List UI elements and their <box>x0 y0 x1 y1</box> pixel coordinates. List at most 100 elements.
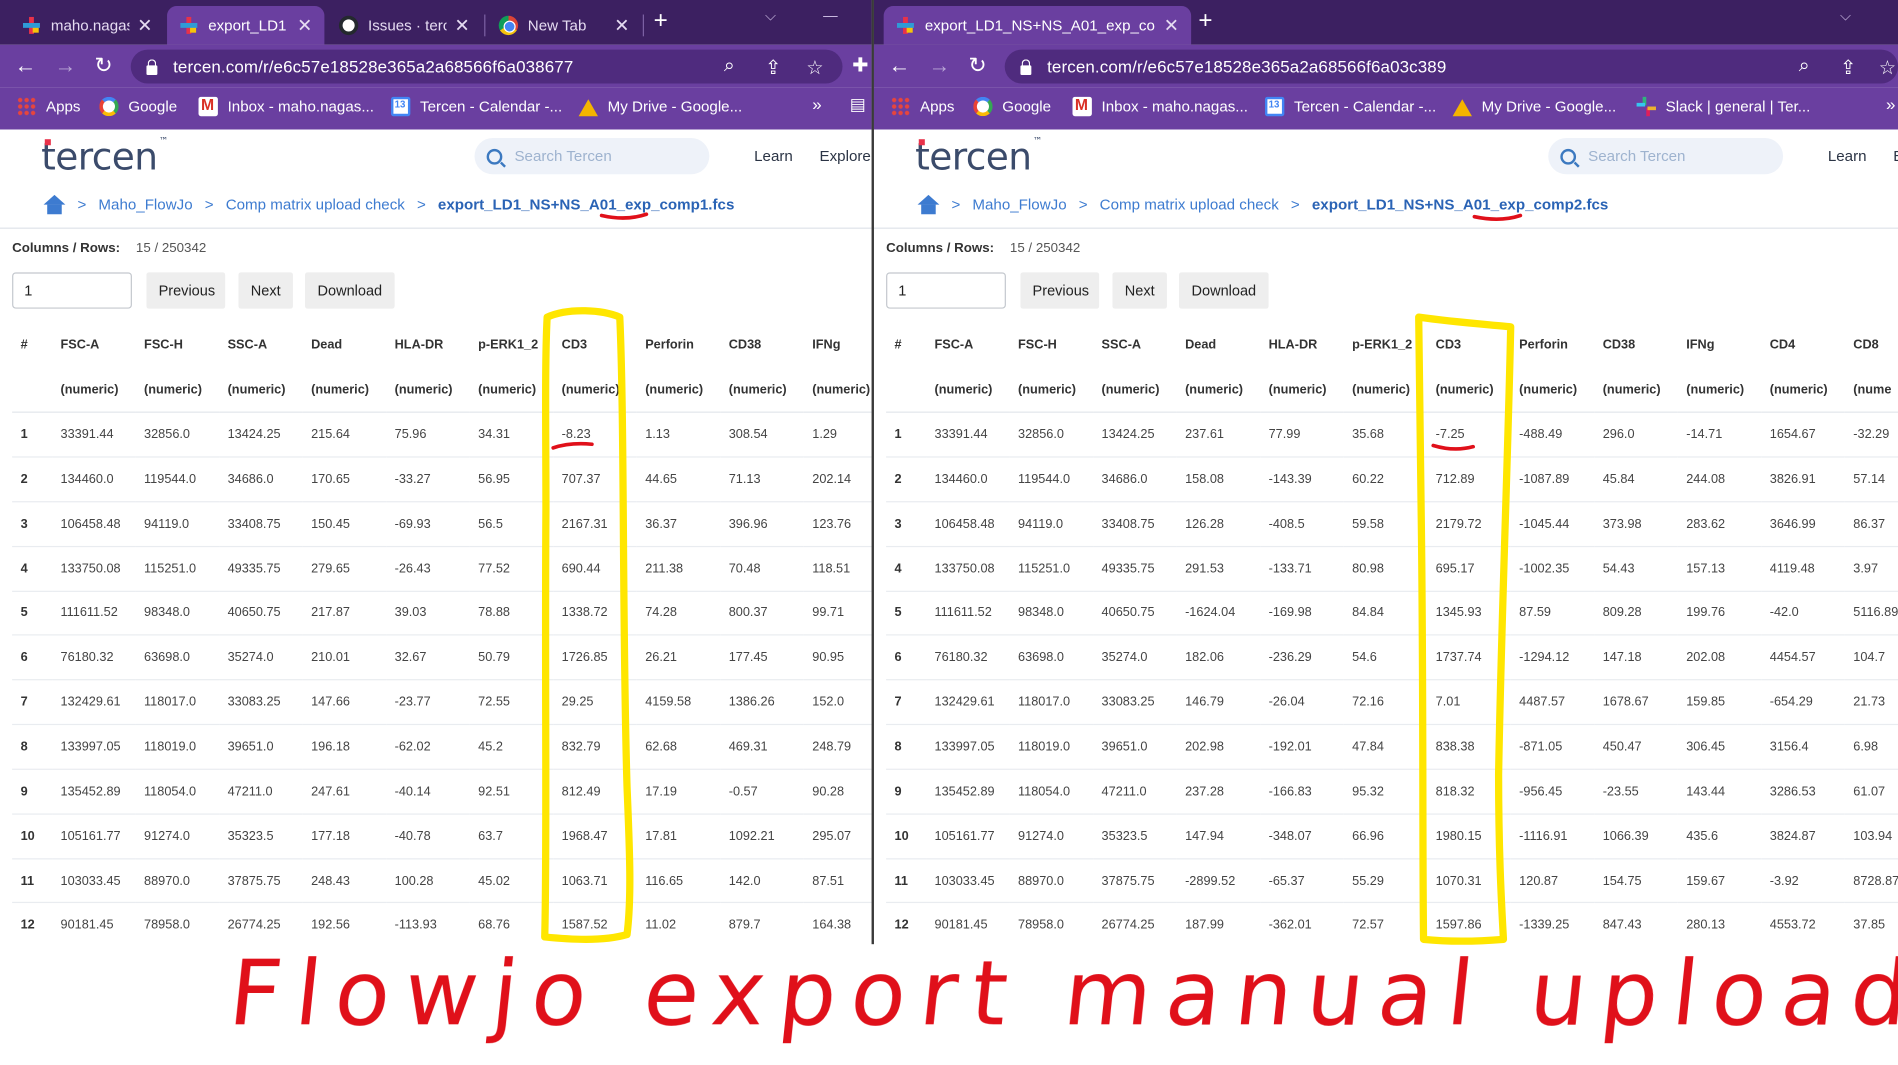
bookmark-google[interactable]: Google <box>973 96 1051 117</box>
minimize-icon[interactable]: — <box>823 7 838 24</box>
table-row[interactable]: 8 133997.05 118019.0 39651.0 202.98 -192.01 47… <box>886 724 1898 770</box>
previous-button[interactable]: Previous <box>1020 272 1100 309</box>
column-header[interactable]: Perforin <box>1511 323 1595 368</box>
table-row[interactable]: 5 111611.52 98348.0 40650.75 -1624.04 -169.98… <box>886 590 1898 637</box>
search-box[interactable] <box>1548 137 1784 175</box>
nav-explore[interactable]: Explore <box>820 148 871 165</box>
column-header[interactable]: CD38 <box>1594 323 1678 368</box>
home-icon[interactable] <box>43 194 66 215</box>
download-button[interactable]: Download <box>305 272 395 309</box>
bookmark-inbox[interactable]: Inbox - maho.nagas... <box>198 96 374 117</box>
bookmark-google[interactable]: Google <box>99 96 177 117</box>
table-row[interactable]: 6 76180.32 63698.0 35274.0 210.01 32.67 50.79 1… <box>12 635 872 681</box>
table-row[interactable]: 11 103033.45 88970.0 37875.75 -2899.52 -65.37… <box>886 858 1898 904</box>
page-number-input[interactable] <box>886 272 1006 309</box>
table-row[interactable]: 6 76180.32 63698.0 35274.0 182.06 -236.29 54.6… <box>886 635 1898 681</box>
table-row[interactable]: 10 105161.77 91274.0 35323.5 147.94 -348.07 66… <box>886 813 1898 859</box>
table-row[interactable]: 4 133750.08 115251.0 49335.75 291.53 -133.71 8… <box>886 546 1898 592</box>
breadcrumb-project[interactable]: Maho_FlowJo <box>972 196 1066 213</box>
search-input[interactable] <box>514 147 684 165</box>
table-row[interactable]: 8 133997.05 118019.0 39651.0 196.18 -62.02 45.… <box>12 724 872 770</box>
breadcrumb-folder[interactable]: Comp matrix upload check <box>1100 196 1279 213</box>
close-tab-icon[interactable]: ✕ <box>137 15 152 37</box>
tercen-logo[interactable]: tercen™ <box>915 136 1042 180</box>
bookmarks-overflow-chevron[interactable]: » <box>812 94 821 113</box>
table-row[interactable]: 1 33391.44 32856.0 13424.25 237.61 77.99 35.68… <box>886 412 1898 458</box>
tab-search-chevron-icon[interactable]: ⌵ <box>765 7 776 25</box>
nav-explore[interactable]: E <box>1893 148 1898 165</box>
next-button[interactable]: Next <box>238 272 293 309</box>
table-row[interactable]: 9 135452.89 118054.0 47211.0 237.28 -166.83 95… <box>886 769 1898 815</box>
column-header[interactable]: CD3 <box>1427 323 1511 368</box>
bookmark-star-icon[interactable]: ☆ <box>806 56 823 80</box>
close-tab-icon[interactable]: ✕ <box>454 15 469 37</box>
close-tab-icon[interactable]: ✕ <box>297 15 312 37</box>
table-row[interactable]: 7 132429.61 118017.0 33083.25 147.66 -23.77 72… <box>12 679 872 726</box>
table-row[interactable]: 5 111611.52 98348.0 40650.75 217.87 39.03 78.8… <box>12 590 872 637</box>
column-header[interactable]: HLA-DR <box>386 323 470 368</box>
page-number-input[interactable] <box>12 272 132 309</box>
address-bar[interactable]: tercen.com/r/e6c57e18528e365a2a68566f6a0… <box>130 49 843 84</box>
bookmark-calendar[interactable]: Tercen - Calendar -... <box>390 96 562 117</box>
table-row[interactable]: 11 103033.45 88970.0 37875.75 248.43 100.28 45… <box>12 858 872 904</box>
column-header[interactable]: FSC-H <box>1010 323 1094 368</box>
bookmark-apps[interactable]: Apps <box>890 96 954 117</box>
download-button[interactable]: Download <box>1179 272 1269 309</box>
reading-list-icon[interactable]: ▤ <box>850 94 866 115</box>
tab-issues[interactable]: Issues · terc ✕ <box>327 6 482 45</box>
address-bar[interactable]: tercen.com/r/e6c57e18528e365a2a68566f6a0… <box>1004 49 1898 84</box>
new-tab-plus-icon[interactable]: + <box>1198 7 1212 35</box>
column-header[interactable]: FSC-H <box>136 323 220 368</box>
column-header[interactable]: CD3 <box>553 323 637 368</box>
column-header[interactable]: # <box>886 323 926 368</box>
column-header[interactable]: SSC-A <box>219 323 303 368</box>
column-header[interactable]: CD38 <box>720 323 804 368</box>
search-input[interactable] <box>1588 147 1758 165</box>
table-row[interactable]: 3 106458.48 94119.0 33408.75 150.45 -69.93 56.… <box>12 501 872 547</box>
bookmark-inbox[interactable]: Inbox - maho.nagas... <box>1072 96 1248 117</box>
zoom-icon[interactable]: ⌕ <box>1799 56 1810 78</box>
tab-export-active[interactable]: export_LD1_NS+NS_A01_exp_co ✕ <box>883 6 1192 45</box>
column-header[interactable]: p-ERK1_2 <box>1344 323 1428 368</box>
back-arrow-icon[interactable]: ← <box>15 53 37 78</box>
column-header[interactable]: SSC-A <box>1093 323 1177 368</box>
reload-icon[interactable]: ↻ <box>968 53 986 78</box>
table-row[interactable]: 7 132429.61 118017.0 33083.25 146.79 -26.04 72… <box>886 679 1898 726</box>
share-icon[interactable]: ⇪ <box>1840 56 1856 80</box>
home-icon[interactable] <box>917 194 940 215</box>
column-header[interactable]: Dead <box>303 323 387 368</box>
search-box[interactable] <box>474 137 710 175</box>
previous-button[interactable]: Previous <box>146 272 226 309</box>
nav-learn[interactable]: Learn <box>754 148 793 165</box>
reload-icon[interactable]: ↻ <box>94 53 112 78</box>
column-header[interactable]: Dead <box>1177 323 1261 368</box>
tercen-logo[interactable]: tercen™ <box>41 136 168 180</box>
breadcrumb-project[interactable]: Maho_FlowJo <box>98 196 192 213</box>
table-row[interactable]: 9 135452.89 118054.0 47211.0 247.61 -40.14 92.… <box>12 769 872 815</box>
column-header[interactable]: Perforin <box>637 323 721 368</box>
close-tab-icon[interactable]: ✕ <box>1164 15 1179 37</box>
column-header[interactable]: IFNg <box>1678 323 1762 368</box>
table-row[interactable]: 12 90181.45 78958.0 26774.25 187.99 -362.01 72… <box>886 902 1898 945</box>
table-row[interactable]: 2 134460.0 119544.0 34686.0 170.65 -33.27 56.9… <box>12 457 872 503</box>
breadcrumb-folder[interactable]: Comp matrix upload check <box>226 196 405 213</box>
extensions-puzzle-icon[interactable]: ✚ <box>852 53 868 77</box>
table-row[interactable]: 10 105161.77 91274.0 35323.5 177.18 -40.78 63.… <box>12 813 872 859</box>
column-header[interactable]: IFNg <box>804 323 872 368</box>
tab-new-tab[interactable]: New Tab ✕ <box>487 6 642 45</box>
nav-learn[interactable]: Learn <box>1828 148 1867 165</box>
bookmark-drive[interactable]: My Drive - Google... <box>1452 97 1616 117</box>
column-header[interactable]: CD8 <box>1845 323 1898 368</box>
table-row[interactable]: 4 133750.08 115251.0 49335.75 279.65 -26.43 77… <box>12 546 872 592</box>
tab-search-chevron-icon[interactable]: ⌵ <box>1840 7 1851 25</box>
table-row[interactable]: 12 90181.45 78958.0 26774.25 192.56 -113.93 68… <box>12 902 872 945</box>
bookmark-star-icon[interactable]: ☆ <box>1879 56 1896 80</box>
zoom-icon[interactable]: ⌕ <box>724 56 735 78</box>
tab-maho[interactable]: maho.nagas ✕ <box>10 6 165 45</box>
bookmark-drive[interactable]: My Drive - Google... <box>578 97 742 117</box>
forward-arrow-icon[interactable]: → <box>54 53 76 78</box>
next-button[interactable]: Next <box>1112 272 1167 309</box>
column-header[interactable]: p-ERK1_2 <box>470 323 554 368</box>
close-tab-icon[interactable]: ✕ <box>614 15 629 37</box>
forward-arrow-icon[interactable]: → <box>928 53 950 78</box>
